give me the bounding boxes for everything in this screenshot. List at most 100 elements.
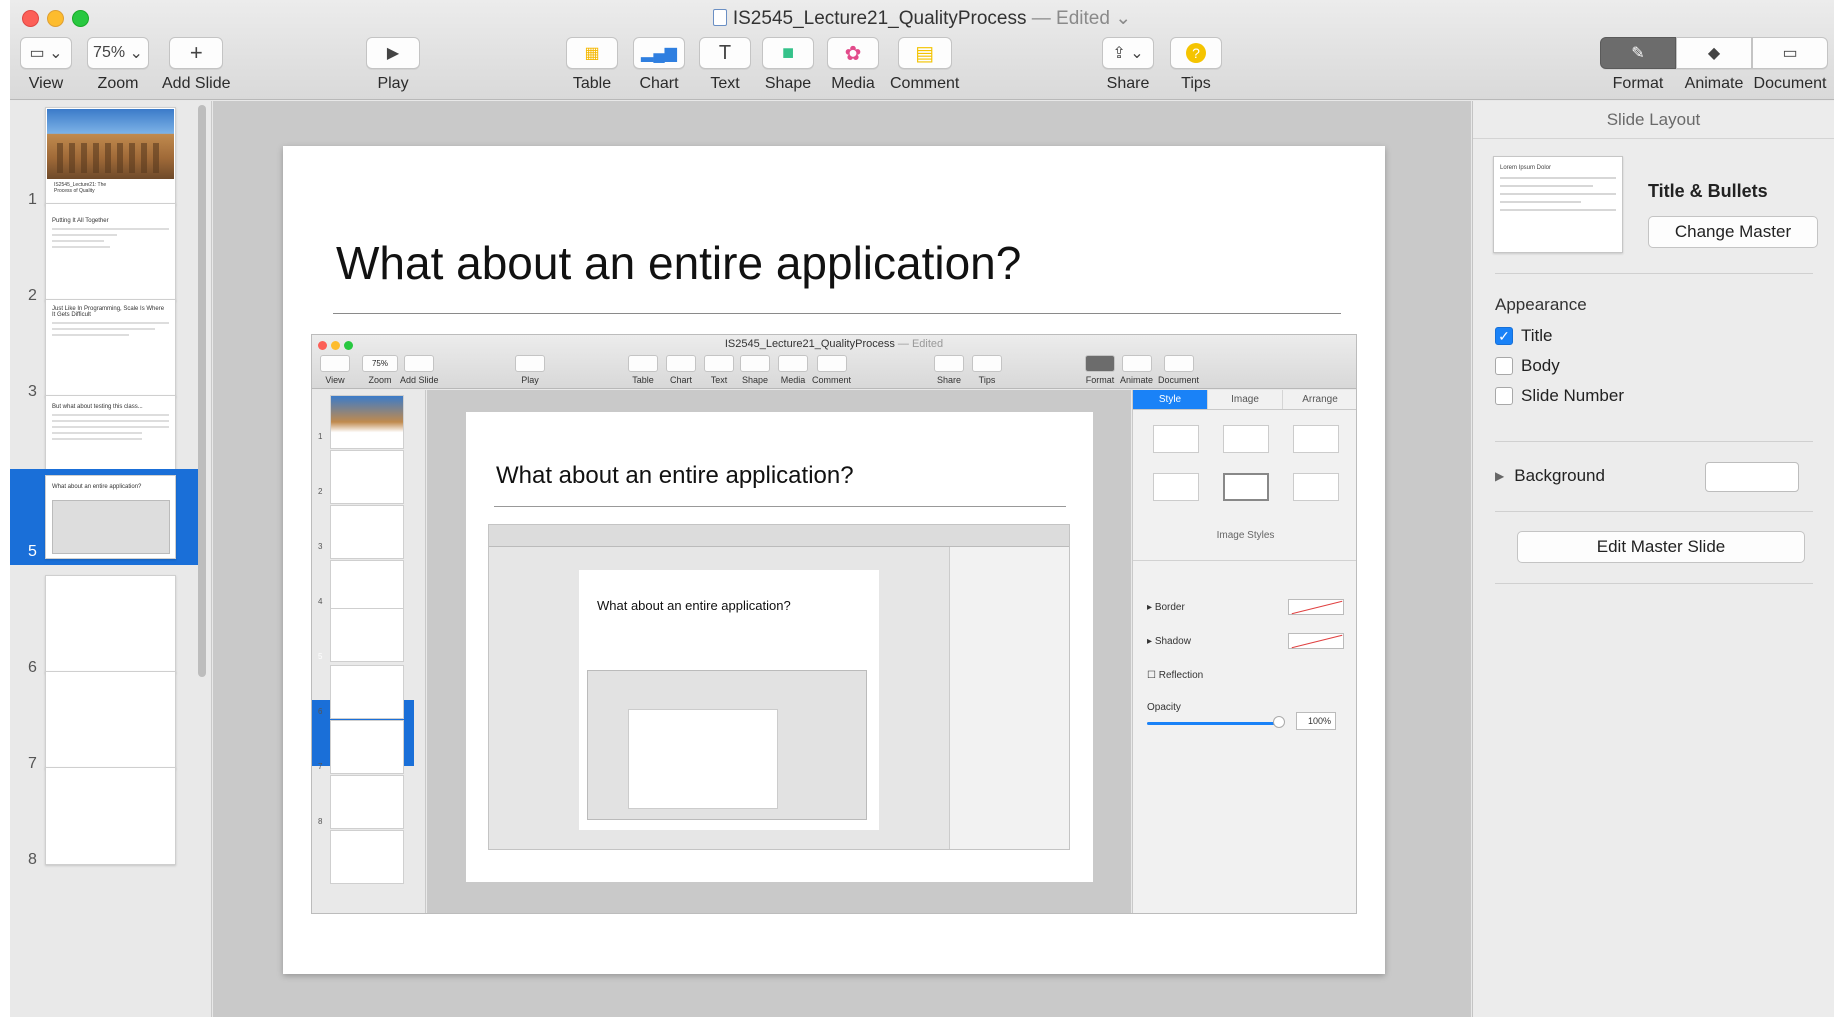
body-checkbox[interactable] bbox=[1495, 357, 1513, 375]
document-tab[interactable]: ▭ Document bbox=[1752, 37, 1828, 93]
nested-slide-number: 5 bbox=[318, 652, 323, 661]
animate-icon: ◆ bbox=[1676, 37, 1752, 69]
nested-thumbnail bbox=[330, 505, 404, 559]
thumbnail-title: IS2545_Lecture21: The Process of Quality bbox=[54, 182, 107, 194]
nested-image-style bbox=[1153, 473, 1199, 501]
nested-slide-number: 4 bbox=[318, 597, 323, 606]
nested-slide-title: What about an entire application? bbox=[496, 462, 854, 489]
nested-edited: — Edited bbox=[897, 338, 944, 350]
slide-number-checkbox-row[interactable]: Slide Number bbox=[1495, 386, 1624, 406]
nested-label: Media bbox=[780, 375, 806, 385]
background-disclosure[interactable]: ▶ Background bbox=[1495, 466, 1605, 486]
nested-label: Shape bbox=[741, 375, 769, 385]
nested-inspector: Style Image Arrange Image Styles ▸ Borde… bbox=[1132, 390, 1356, 913]
navigator-scrollbar[interactable] bbox=[198, 105, 206, 677]
disclosure-triangle-icon[interactable]: ▶ bbox=[1495, 469, 1504, 483]
master-preview-line bbox=[1500, 201, 1582, 203]
slide-canvas: What about an entire application? IS2545… bbox=[213, 101, 1471, 1017]
nested-add-slide: Add Slide bbox=[400, 355, 439, 385]
master-preview-line bbox=[1500, 193, 1616, 195]
edit-master-slide-button[interactable]: Edit Master Slide bbox=[1517, 531, 1805, 563]
shape-button[interactable]: ■ Shape bbox=[762, 37, 814, 93]
media-label: Media bbox=[831, 75, 875, 92]
share-label: Share bbox=[1106, 75, 1150, 92]
table-icon: ▦ bbox=[566, 37, 618, 69]
background-color-well[interactable] bbox=[1705, 462, 1799, 492]
nested-opacity-label: Opacity bbox=[1147, 702, 1181, 713]
document-label: Document bbox=[1753, 75, 1827, 92]
table-button[interactable]: ▦ Table bbox=[566, 37, 618, 93]
nested-animate: Animate bbox=[1120, 355, 1153, 385]
title-checkbox-row[interactable]: ✓ Title bbox=[1495, 326, 1553, 346]
play-icon: ▶ bbox=[366, 37, 420, 69]
animate-tab[interactable]: ◆ Animate bbox=[1676, 37, 1752, 93]
edited-status[interactable]: — Edited bbox=[1032, 8, 1110, 29]
text-button[interactable]: T Text bbox=[699, 37, 751, 93]
slide-thumbnail-image bbox=[45, 575, 176, 673]
inspector-header: Slide Layout bbox=[1473, 101, 1834, 139]
nested-shape: Shape bbox=[740, 355, 770, 385]
nested-image-style bbox=[1153, 425, 1199, 453]
nested-label: View bbox=[325, 375, 345, 385]
slide-thumbnail-8[interactable]: 8 bbox=[10, 761, 198, 873]
slide-thumbnail-5[interactable]: What about an entire application? 5 bbox=[10, 469, 198, 565]
nested-image-style bbox=[1293, 473, 1339, 501]
media-button[interactable]: ✿ Media bbox=[827, 37, 879, 93]
master-thumbnail[interactable]: Lorem Ipsum Dolor bbox=[1493, 156, 1623, 253]
view-button[interactable]: ▭ ⌄ View bbox=[20, 37, 72, 93]
nested-media: Media bbox=[778, 355, 808, 385]
inner-slide: What about an entire application? bbox=[579, 570, 879, 830]
nested-thumbnail bbox=[330, 395, 404, 449]
thumbnail-text-line bbox=[52, 234, 117, 236]
slide-thumbnail-image: IS2545_Lecture21: The Process of Quality bbox=[45, 107, 176, 205]
nested-view-icon bbox=[320, 355, 350, 372]
format-tab[interactable]: ✎ Format bbox=[1600, 37, 1676, 93]
chevron-down-icon[interactable]: ⌄ bbox=[1115, 8, 1131, 29]
nested-label: Tips bbox=[978, 375, 996, 385]
nested-document-icon bbox=[1163, 355, 1194, 372]
title-checkbox[interactable]: ✓ bbox=[1495, 327, 1513, 345]
nested-slide-number: 8 bbox=[318, 817, 323, 826]
slide-number-checkbox[interactable] bbox=[1495, 387, 1513, 405]
zoom-value: 75% ⌄ bbox=[87, 37, 149, 69]
nested-label: Document bbox=[1158, 375, 1200, 385]
share-button[interactable]: ⇪ ⌄ Share bbox=[1102, 37, 1154, 93]
nested-label: Animate bbox=[1120, 375, 1154, 385]
chart-button[interactable]: ▂▄▆ Chart bbox=[633, 37, 685, 93]
master-name: Title & Bullets bbox=[1648, 181, 1768, 201]
nested-tips: Tips bbox=[972, 355, 1002, 385]
nested-border-swatch bbox=[1288, 599, 1344, 615]
thumbnail-title: What about an entire application? bbox=[52, 484, 142, 490]
nested-comment-icon bbox=[816, 355, 847, 372]
body-checkbox-row[interactable]: Body bbox=[1495, 356, 1560, 376]
zoom-button[interactable]: 75% ⌄ Zoom bbox=[87, 37, 149, 93]
nested-opacity-knob bbox=[1273, 716, 1285, 728]
change-master-button[interactable]: Change Master bbox=[1648, 216, 1818, 248]
slide-thumbnail-image bbox=[45, 671, 176, 769]
nested-zoom-value: 75% bbox=[362, 355, 398, 372]
comment-label: Comment bbox=[890, 75, 960, 92]
thumbnail-text-line bbox=[52, 240, 104, 242]
embedded-screenshot[interactable]: IS2545_Lecture21_QualityProcess — Edited… bbox=[311, 334, 1357, 914]
shape-label: Shape bbox=[764, 75, 812, 92]
nested-toolbar: IS2545_Lecture21_QualityProcess — Edited… bbox=[312, 335, 1356, 389]
nested-title-text: IS2545_Lecture21_QualityProcess bbox=[724, 338, 895, 350]
text-icon: T bbox=[699, 37, 751, 69]
play-button[interactable]: ▶ Play bbox=[366, 37, 420, 93]
tips-button[interactable]: ? Tips bbox=[1170, 37, 1222, 93]
add-slide-button[interactable]: + Add Slide bbox=[162, 37, 231, 93]
share-icon: ⇪ ⌄ bbox=[1102, 37, 1154, 69]
nested-thumbnail bbox=[330, 775, 404, 829]
nested-tab-image: Image bbox=[1208, 390, 1283, 409]
nested-opacity-value: 100% bbox=[1296, 712, 1336, 730]
nested-divider bbox=[1133, 560, 1356, 561]
comment-button[interactable]: ▤ Comment bbox=[890, 37, 959, 93]
nested-image-style bbox=[1223, 425, 1269, 453]
nested-reflection-text: Reflection bbox=[1158, 670, 1204, 681]
slide-title[interactable]: What about an entire application? bbox=[336, 236, 1021, 290]
nested-slide-number: 1 bbox=[318, 432, 323, 441]
current-slide[interactable]: What about an entire application? IS2545… bbox=[283, 146, 1385, 974]
inspector-tabs: ✎ Format ◆ Animate ▭ Document bbox=[1600, 37, 1828, 93]
appearance-heading: Appearance bbox=[1495, 295, 1587, 314]
animate-label: Animate bbox=[1684, 75, 1744, 92]
